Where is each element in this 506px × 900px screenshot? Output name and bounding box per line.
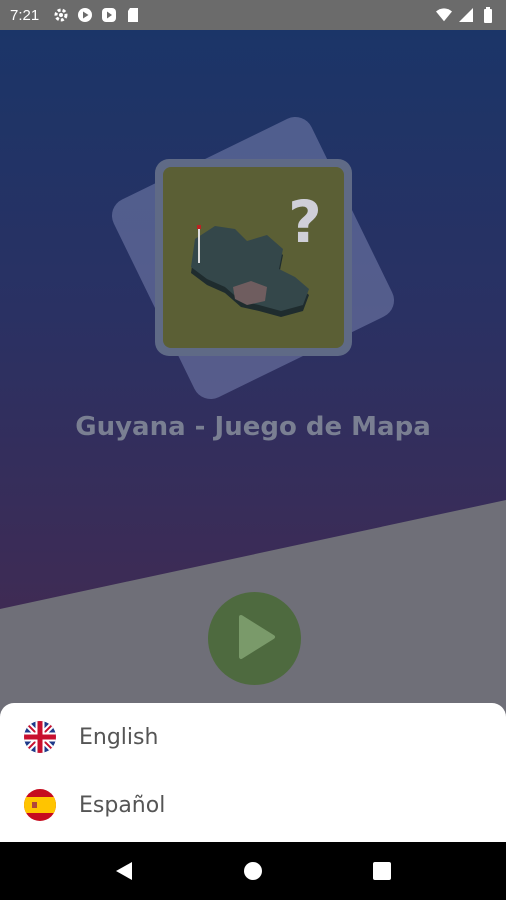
back-icon[interactable] (104, 851, 144, 891)
play-store-icon (77, 7, 93, 23)
app-title: Guyana - Juego de Mapa (75, 412, 431, 442)
home-icon[interactable] (233, 851, 273, 891)
play-button[interactable] (208, 592, 301, 685)
uk-flag-icon (24, 721, 56, 753)
sd-card-icon (125, 7, 141, 23)
play-icon (233, 613, 277, 665)
gear-icon (53, 7, 69, 23)
guyana-map-icon: ? (191, 188, 322, 317)
recents-icon[interactable] (362, 851, 402, 891)
signal-icon (458, 7, 474, 23)
language-label: English (79, 724, 159, 750)
status-icons-left (53, 7, 141, 23)
media-icon (101, 7, 117, 23)
status-time: 7:21 (10, 6, 40, 24)
language-option-english[interactable]: English (0, 703, 506, 771)
spain-flag-icon (24, 789, 56, 821)
navigation-bar (0, 842, 506, 900)
language-label: Español (79, 792, 166, 818)
status-icons-right (436, 7, 496, 23)
language-sheet: English Español (0, 703, 506, 842)
status-bar: 7:21 (0, 0, 506, 30)
question-mark-icon: ? (288, 188, 322, 256)
app-logo: ? (155, 159, 352, 356)
battery-icon (480, 7, 496, 23)
wifi-icon (436, 7, 452, 23)
logo-map-tile: ? (163, 167, 344, 348)
language-option-spanish[interactable]: Español (0, 771, 506, 839)
